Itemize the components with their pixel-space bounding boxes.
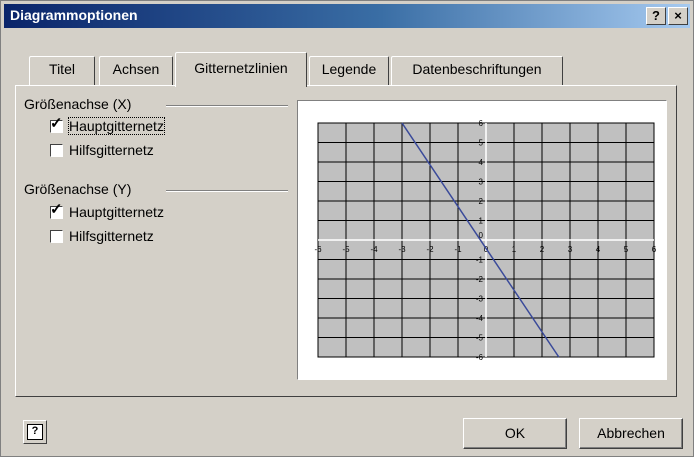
y-tick-label: 4: [479, 158, 484, 167]
y-tick-label: -2: [476, 275, 484, 284]
tab-datenbeschriftungen[interactable]: Datenbeschriftungen: [391, 56, 563, 85]
x-tick-label: -6: [314, 245, 322, 254]
x-tick-label: 2: [540, 245, 545, 254]
x-tick-label: 4: [596, 245, 601, 254]
y-tick-label: 3: [479, 178, 484, 187]
x-tick-label: -4: [370, 245, 378, 254]
y-tick-label: -4: [476, 314, 484, 323]
tab-titel[interactable]: Titel: [29, 56, 95, 85]
y-tick-label: -1: [476, 256, 484, 265]
y-tick-label: 1: [479, 217, 484, 226]
x-major-gridlines-label[interactable]: Hauptgitternetz: [68, 117, 165, 135]
y-minor-gridlines-label[interactable]: Hilfsgitternetz: [69, 228, 154, 244]
tab-legende[interactable]: Legende: [309, 56, 389, 85]
preview-chart: -6 -5 -4 -3 -2 -1 0 1 2 3 4 5 6654321-1-2-3-4-5-60: [314, 119, 657, 362]
y-major-gridlines-option[interactable]: ✓ Hauptgitternetz: [50, 202, 164, 220]
tab-achsen[interactable]: Achsen: [99, 56, 173, 85]
title-bar[interactable]: Diagrammoptionen ? ×: [4, 4, 690, 28]
tab-gitternetzlinien[interactable]: Gitternetzlinien: [175, 52, 307, 87]
x-major-gridlines-option[interactable]: ✓ Hauptgitternetz: [50, 116, 165, 135]
checkmark-icon: ✓: [50, 114, 63, 132]
checkmark-icon: ✓: [50, 200, 63, 218]
y-tick-label: -6: [476, 353, 484, 362]
x-tick-label: 6: [652, 245, 657, 254]
chart-preview: -6 -5 -4 -3 -2 -1 0 1 2 3 4 5 6 6 5 4 3 2 1 -1 -2 -3 -4 -5 -6 0: [297, 100, 667, 380]
y-tick-label: -3: [476, 295, 484, 304]
help-icon: ?: [27, 424, 43, 440]
cancel-button[interactable]: Abbrechen: [579, 418, 683, 449]
close-button[interactable]: ×: [668, 7, 688, 25]
x-minor-gridlines-label[interactable]: Hilfsgitternetz: [69, 142, 154, 158]
x-minor-gridlines-option[interactable]: Hilfsgitternetz: [50, 142, 154, 158]
y-minor-gridlines-option[interactable]: Hilfsgitternetz: [50, 228, 154, 244]
y-tick-label: 2: [479, 197, 484, 206]
x-minor-gridlines-checkbox[interactable]: [50, 143, 63, 157]
y-tick-label: 5: [479, 139, 484, 148]
group-y-divider: [166, 190, 288, 192]
group-x-divider: [166, 105, 288, 107]
help-title-button[interactable]: ?: [646, 7, 666, 25]
group-y-title: Größenachse (Y): [24, 181, 138, 197]
y-major-gridlines-label[interactable]: Hauptgitternetz: [69, 204, 164, 220]
dialog-window: Diagrammoptionen ? × Titel Achsen Gitter…: [0, 0, 694, 457]
x-tick-label: -5: [342, 245, 350, 254]
x-tick-label: 1: [512, 245, 517, 254]
y-minor-gridlines-checkbox[interactable]: [50, 229, 63, 243]
x-tick-label: -2: [426, 245, 434, 254]
ok-button[interactable]: OK: [463, 418, 567, 449]
y-tick-label: -5: [476, 334, 484, 343]
dialog-title: Diagrammoptionen: [10, 7, 138, 23]
help-button[interactable]: ?: [23, 420, 47, 444]
y-tick-label: 6: [479, 119, 484, 128]
x-tick-label: 5: [624, 245, 629, 254]
y-major-gridlines-checkbox[interactable]: ✓: [50, 202, 63, 219]
x-tick-label: -1: [454, 245, 462, 254]
x-tick-label: -3: [398, 245, 406, 254]
x-tick-label: 3: [568, 245, 573, 254]
group-x-title: Größenachse (X): [24, 96, 138, 112]
x-major-gridlines-checkbox[interactable]: ✓: [50, 116, 63, 133]
